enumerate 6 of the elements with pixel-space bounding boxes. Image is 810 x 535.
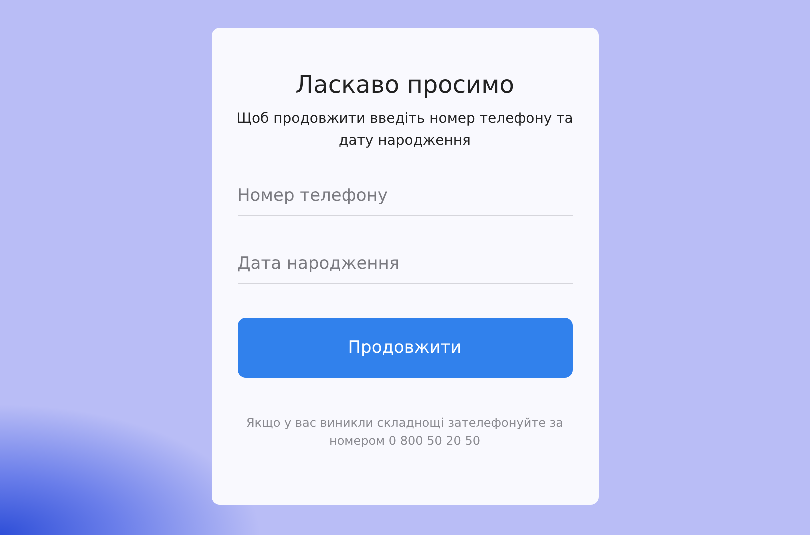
continue-button[interactable]: Продовжити — [238, 318, 572, 378]
instruction-text: Щоб продовжити введіть номер телефону та дату народження — [236, 110, 574, 151]
welcome-title: Ласкаво просимо — [296, 70, 514, 101]
input-field[interactable]: Номер телефону — [238, 178, 572, 216]
support-text: Якщо у вас виникли складнощі зателефонуйте за номером 0 800 50 20 50 — [245, 415, 565, 450]
input-field[interactable]: Дата народження — [238, 246, 572, 284]
